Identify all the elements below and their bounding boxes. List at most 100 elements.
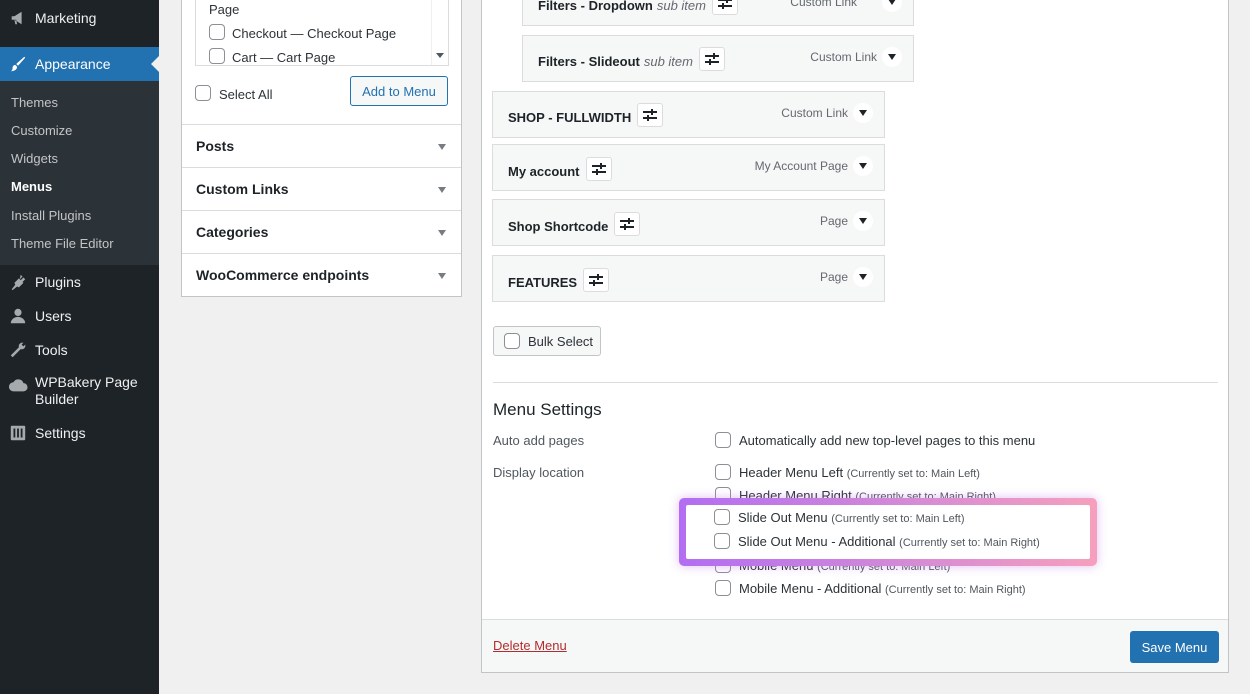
caret-down-icon (438, 144, 446, 150)
sliders-icon[interactable] (698, 47, 725, 71)
caret-down-icon (438, 230, 446, 236)
sidebar-item-settings[interactable]: Settings (0, 416, 159, 450)
divider (493, 382, 1218, 383)
menu-item-toggle[interactable] (853, 211, 873, 231)
auto-add-pages-checkbox[interactable] (715, 431, 731, 448)
accordion-custom-links[interactable]: Custom Links (182, 167, 461, 210)
sidebar-item-label: WPBakery Page Builder (35, 374, 138, 407)
select-all-label: Select All (219, 87, 273, 102)
menu-item[interactable]: Filters - Slideout sub item Custom Link (522, 35, 914, 82)
menu-item-type: Custom Link (790, 0, 857, 9)
pages-checklist[interactable]: Page Checkout — Checkout Page Cart — Car… (195, 0, 449, 66)
highlight-callout: Slide Out Menu (Currently set to: Main L… (679, 498, 1097, 566)
sidebar-item-users[interactable]: Users (0, 299, 159, 333)
menu-item[interactable]: My account My Account Page (492, 144, 885, 191)
sidebar-item-wpbakery[interactable]: WPBakery Page Builder (0, 372, 159, 412)
sidebar-item-label: Users (35, 308, 72, 324)
delete-menu-link[interactable]: Delete Menu (493, 638, 567, 653)
sliders-icon[interactable] (711, 0, 738, 15)
settings-sliders-icon (8, 423, 28, 443)
sidebar-item-appearance[interactable]: Appearance (0, 47, 159, 81)
menu-item-toggle[interactable] (853, 103, 873, 123)
active-indicator (151, 56, 159, 72)
admin-sidebar: Marketing Appearance Themes Customize Wi… (0, 0, 159, 694)
checklist-item-checkout: Checkout — Checkout Page (232, 26, 397, 41)
sliders-icon[interactable] (614, 212, 641, 236)
bulk-select-checkbox[interactable] (504, 333, 520, 349)
scroll-down-arrow-icon[interactable] (436, 53, 444, 58)
menu-item[interactable]: FEATURES Page (492, 255, 885, 302)
plug-icon (8, 272, 28, 292)
menu-item[interactable]: SHOP - FULLWIDTH Custom Link (492, 91, 885, 138)
caret-down-icon (888, 0, 896, 5)
sidebar-item-label: Appearance (35, 56, 111, 72)
accordion-woocommerce-endpoints[interactable]: WooCommerce endpoints (182, 253, 461, 296)
location-slide-out-menu-additional[interactable]: Slide Out Menu - Additional (Currently s… (714, 532, 1040, 551)
menu-item-toggle[interactable] (853, 267, 873, 287)
submenu-item-install-plugins[interactable]: Install Plugins (11, 208, 91, 223)
menu-item-toggle[interactable] (853, 156, 873, 176)
checklist-checkbox-checkout[interactable] (209, 24, 225, 40)
add-to-menu-button[interactable]: Add to Menu (350, 76, 448, 106)
location-slide-out-menu[interactable]: Slide Out Menu (Currently set to: Main L… (714, 508, 965, 527)
submenu-item-customize[interactable]: Customize (11, 123, 72, 138)
location-checkbox[interactable] (714, 532, 730, 549)
location-header-menu-left[interactable]: Header Menu Left (Currently set to: Main… (715, 463, 980, 482)
paintbrush-icon (8, 54, 28, 74)
checklist-item-cart: Cart — Cart Page (232, 50, 336, 65)
sliders-icon[interactable] (637, 103, 664, 127)
appearance-submenu: Themes Customize Widgets Menus Install P… (0, 81, 159, 265)
checklist-partial-item: Page (209, 2, 240, 17)
submenu-item-themes[interactable]: Themes (11, 95, 58, 110)
menu-item[interactable]: Shop Shortcode Page (492, 199, 885, 246)
menu-item[interactable]: Filters - Dropdown sub item Custom Link (522, 0, 914, 26)
location-mobile-menu-additional[interactable]: Mobile Menu - Additional (Currently set … (715, 579, 1026, 598)
menu-item-toggle[interactable] (882, 47, 902, 67)
accordion-posts[interactable]: Posts (182, 124, 461, 167)
caret-down-icon (859, 218, 867, 224)
location-checkbox[interactable] (715, 579, 731, 596)
menu-item-type: Page (819, 270, 848, 284)
sidebar-item-label: Settings (35, 425, 86, 441)
location-checkbox[interactable] (715, 463, 731, 480)
submenu-item-widgets[interactable]: Widgets (11, 151, 58, 166)
caret-down-icon (859, 274, 867, 280)
caret-down-icon (888, 54, 896, 60)
location-checkbox[interactable] (714, 508, 730, 525)
menu-item-type: Custom Link (781, 106, 848, 120)
menu-item-type: Custom Link (810, 50, 877, 64)
display-location-label: Display location (493, 465, 585, 480)
sliders-icon[interactable] (585, 157, 612, 181)
add-menu-items-panel: Page Checkout — Checkout Page Cart — Car… (181, 0, 462, 297)
submenu-item-theme-file-editor[interactable]: Theme File Editor (11, 236, 114, 251)
checklist-scrollbar[interactable] (431, 0, 448, 65)
sliders-icon[interactable] (583, 268, 610, 292)
bulk-select-button[interactable]: Bulk Select (493, 326, 601, 356)
menu-item-toggle[interactable] (882, 0, 902, 12)
wrench-icon (8, 340, 28, 360)
select-all-checkbox[interactable] (195, 85, 211, 101)
megaphone-icon (8, 8, 28, 28)
accordion-categories[interactable]: Categories (182, 210, 461, 253)
menu-settings-title: Menu Settings (493, 400, 602, 419)
menu-structure-panel: Filters - Dropdown sub item Custom Link … (481, 0, 1229, 673)
menu-item-type: My Account Page (754, 159, 848, 173)
wpbakery-cloud-icon (8, 375, 28, 395)
caret-down-icon (438, 187, 446, 193)
sidebar-item-tools[interactable]: Tools (0, 333, 159, 367)
save-menu-button[interactable]: Save Menu (1130, 631, 1219, 663)
sidebar-item-label: Marketing (35, 10, 97, 26)
sidebar-item-marketing[interactable]: Marketing (0, 1, 159, 35)
auto-add-pages-label: Auto add pages (493, 433, 585, 448)
caret-down-icon (859, 163, 867, 169)
caret-down-icon (859, 110, 867, 116)
sidebar-item-label: Tools (35, 342, 68, 358)
sidebar-item-label: Plugins (35, 274, 81, 290)
sidebar-item-plugins[interactable]: Plugins (0, 265, 159, 299)
auto-add-pages-option[interactable]: Automatically add new top-level pages to… (715, 431, 1035, 450)
user-icon (8, 306, 28, 326)
caret-down-icon (438, 273, 446, 279)
checklist-checkbox-cart[interactable] (209, 48, 225, 64)
menu-item-type: Page (819, 214, 848, 228)
submenu-item-menus[interactable]: Menus (11, 179, 52, 194)
